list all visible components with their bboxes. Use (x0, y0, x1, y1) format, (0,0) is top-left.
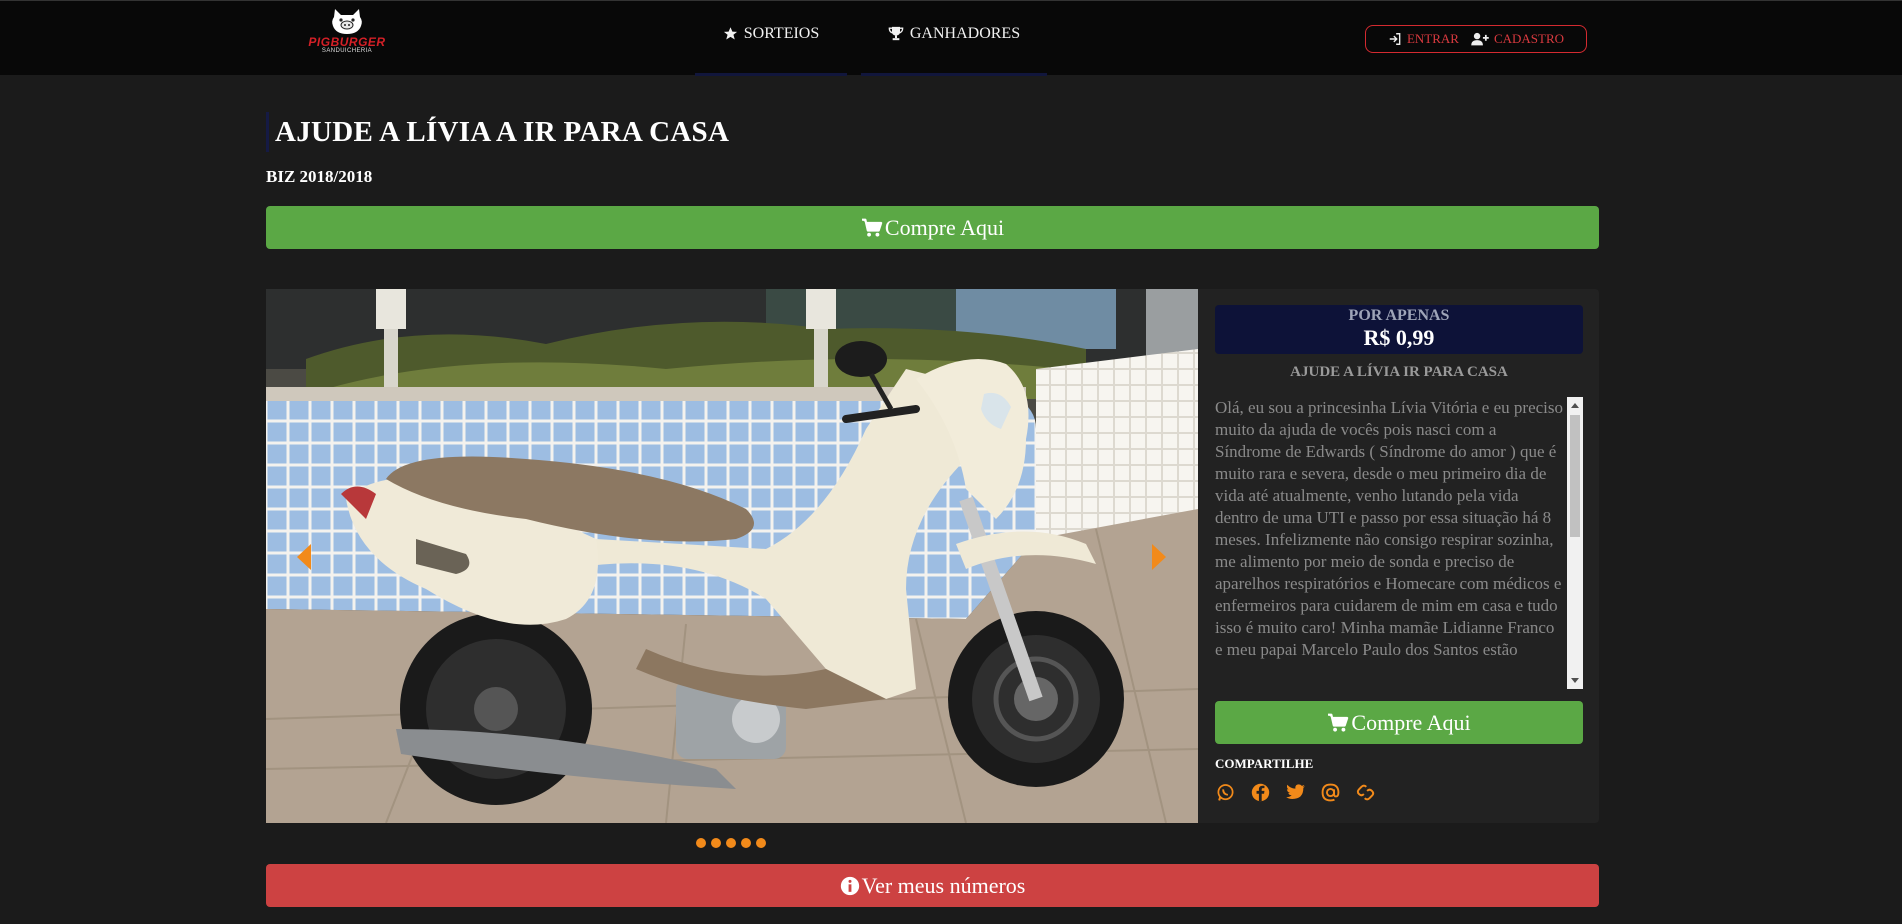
scroll-thumb[interactable] (1570, 415, 1580, 537)
caret-right-icon (1152, 544, 1166, 570)
carousel-indicators (696, 838, 766, 848)
brand-logo[interactable]: PIGBURGER SANDUICHERIA (308, 7, 385, 67)
whatsapp-icon[interactable] (1215, 782, 1236, 803)
carousel-dot-5[interactable] (756, 838, 766, 848)
top-navbar: PIGBURGER SANDUICHERIA SORTEIOS GANHADOR… (0, 0, 1902, 76)
description-scrollbar[interactable] (1567, 397, 1583, 689)
sidebar-title: AJUDE A LÍVIA IR PARA CASA (1290, 364, 1508, 380)
nav-sorteios[interactable]: SORTEIOS (695, 1, 847, 76)
carousel-next-button[interactable] (1148, 542, 1170, 572)
raffle-card: POR APENAS R$ 0,99 AJUDE A LÍVIA IR PARA… (266, 289, 1599, 823)
scroll-down-arrow[interactable] (1571, 678, 1579, 683)
buy-button-side[interactable]: Compre Aqui (1215, 701, 1583, 744)
buy-button-top[interactable]: Compre Aqui (266, 206, 1599, 249)
raffle-subtitle: BIZ 2018/2018 (266, 167, 373, 186)
carousel-dot-4[interactable] (741, 838, 751, 848)
carousel-prev-button[interactable] (293, 542, 315, 572)
raffle-title: AJUDE A LÍVIA A IR PARA CASA (266, 112, 729, 152)
my-numbers-label: Ver meus números (861, 872, 1026, 898)
signup-link[interactable]: CADASTRO (1471, 31, 1564, 47)
nav-ganhadores-label: GANHADORES (909, 25, 1021, 42)
share-label: COMPARTILHE (1215, 756, 1314, 771)
brand-tagline: SANDUICHERIA (321, 48, 373, 54)
pig-head-icon (332, 9, 362, 34)
carousel-dot-3[interactable] (726, 838, 736, 848)
cart-icon (861, 218, 883, 237)
user-plus-icon (1471, 32, 1489, 46)
price-label: POR APENAS (1348, 307, 1450, 324)
auth-box: ENTRAR CADASTRO (1365, 25, 1587, 53)
brand-name: PIGBURGER (308, 35, 386, 49)
cart-icon (1328, 713, 1349, 732)
nav-sorteios-label: SORTEIOS (743, 25, 820, 42)
facebook-icon[interactable] (1250, 782, 1271, 803)
description-text: Olá, eu sou a princesinha Lívia Vitória … (1215, 398, 1563, 659)
scroll-up-arrow[interactable] (1571, 403, 1579, 408)
buy-button-top-label: Compre Aqui (884, 214, 1005, 240)
at-sign-icon[interactable] (1320, 782, 1341, 803)
motorcycle-image (266, 289, 1198, 823)
carousel-dot-2[interactable] (711, 838, 721, 848)
product-photo (266, 289, 1198, 823)
price-value: R$ 0,99 (1363, 325, 1435, 350)
share-icons (1215, 782, 1376, 803)
carousel-dot-1[interactable] (696, 838, 706, 848)
star-icon (723, 27, 737, 40)
buy-button-side-label: Compre Aqui (1351, 709, 1471, 735)
login-label: ENTRAR (1406, 31, 1459, 46)
login-link[interactable]: ENTRAR (1388, 31, 1459, 47)
info-icon (840, 876, 859, 895)
trophy-icon (888, 26, 904, 41)
signup-label: CADASTRO (1493, 31, 1565, 46)
nav-ganhadores[interactable]: GANHADORES (861, 1, 1047, 76)
link-icon[interactable] (1355, 782, 1376, 803)
twitter-icon[interactable] (1285, 782, 1306, 803)
price-box: POR APENAS R$ 0,99 (1215, 305, 1583, 354)
my-numbers-button[interactable]: Ver meus números (266, 864, 1599, 907)
description-box[interactable]: Olá, eu sou a princesinha Lívia Vitória … (1215, 397, 1583, 689)
sign-in-icon (1389, 33, 1401, 45)
caret-left-icon (297, 544, 311, 570)
